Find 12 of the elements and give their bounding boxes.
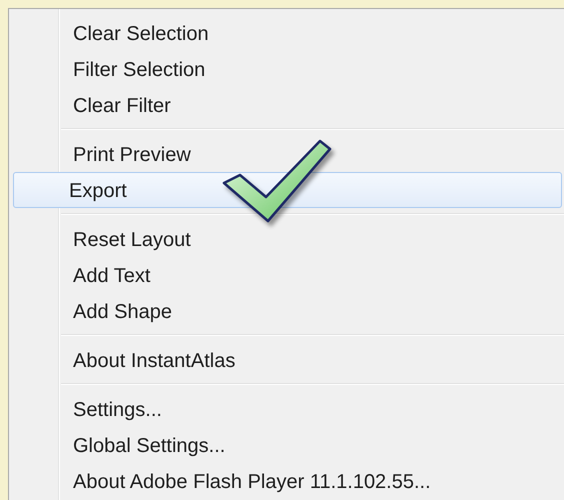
- menu-item[interactable]: Settings...: [13, 391, 562, 427]
- menu-item[interactable]: Add Shape: [13, 293, 562, 329]
- menu-item[interactable]: Filter Selection: [13, 51, 562, 87]
- menu-item[interactable]: About Adobe Flash Player 11.1.102.55...: [13, 463, 562, 499]
- menu-item[interactable]: Clear Filter: [13, 87, 562, 123]
- checkmark-icon: [222, 139, 334, 223]
- menu-item[interactable]: About InstantAtlas: [13, 342, 562, 378]
- menu-item[interactable]: Reset Layout: [13, 221, 562, 257]
- menu-item[interactable]: Clear Selection: [13, 15, 562, 51]
- menu-item[interactable]: Global Settings...: [13, 427, 562, 463]
- menu-item[interactable]: Add Text: [13, 257, 562, 293]
- menu-item[interactable]: Print Preview: [13, 136, 562, 172]
